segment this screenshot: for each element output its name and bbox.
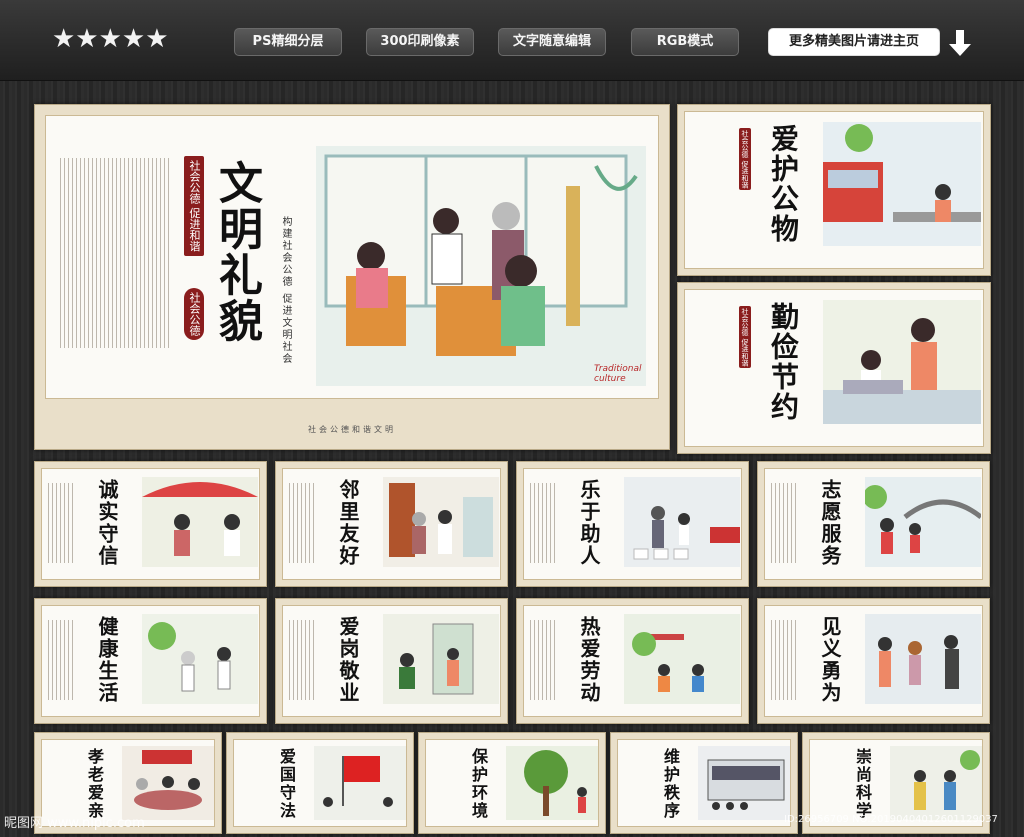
poster-title: 崇尚科学 — [853, 748, 872, 820]
main-subtitle: 构建社会公德 促进文明社会 — [280, 216, 291, 366]
doorway-illustration — [383, 477, 499, 567]
poster-title: 健康生活 — [95, 616, 119, 704]
poster-order: 维护秩序 — [610, 732, 798, 834]
poster-inner: 志愿服务 — [764, 468, 983, 580]
poster-healthy-life: 健康生活 — [34, 598, 267, 724]
watermark-id: ID:26956709 NO:20190404012601129037 — [784, 814, 998, 825]
main-footer: 社会公德和谐文明 — [308, 425, 396, 434]
body-text-block — [48, 620, 74, 700]
poster-labor: 热爱劳动 — [516, 598, 749, 724]
poster-title: 爱国守法 — [277, 748, 296, 820]
poster-honesty: 诚实守信 — [34, 461, 267, 587]
sink-illustration — [823, 300, 981, 424]
poster-inner: 邻里友好 — [282, 468, 501, 580]
poster-inner: 维护秩序 — [617, 739, 791, 827]
rating-stars: ★★★★★ — [52, 26, 169, 52]
body-text-block — [48, 483, 74, 563]
red-tag-social: 社会公德 — [184, 288, 204, 340]
poster-inner: 健康生活 — [41, 605, 260, 717]
traditional-culture-label: Traditional culture — [594, 364, 642, 384]
poster-inner: 诚实守信 — [41, 468, 260, 580]
poster-title: 保护环境 — [469, 748, 488, 820]
poster-tag: 社会公德 促进和谐 — [739, 128, 751, 191]
tree-planting-illustration — [506, 746, 598, 820]
delivery-illustration — [383, 614, 499, 704]
crosswalk-illustration — [624, 477, 740, 567]
main-poster-inner: 社会公德 促进和谐 社会公德 文明礼貌 构建社会公德 促进文明社会 Tradit… — [45, 115, 659, 399]
body-text-block — [530, 483, 556, 563]
poster-dedication: 爱岗敬业 — [275, 598, 508, 724]
poster-title: 邻里友好 — [336, 479, 360, 567]
body-text-block — [771, 483, 797, 563]
poster-volunteer: 志愿服务 — [757, 461, 990, 587]
taichi-illustration — [142, 614, 258, 704]
red-tag-slogan: 社会公德 促进和谐 — [184, 156, 204, 256]
gardening-illustration — [624, 614, 740, 704]
bus-queue-illustration — [698, 746, 790, 820]
body-text-block — [771, 620, 797, 700]
poster-title: 志愿服务 — [818, 479, 842, 567]
watermark-site: 昵图网 www.nipic.com — [4, 816, 145, 831]
poster-title: 见义勇为 — [818, 616, 842, 704]
poster-title: 孝老爱亲 — [85, 748, 104, 820]
body-text-block — [530, 620, 556, 700]
train-station-illustration — [823, 122, 981, 246]
bus-scene-illustration — [316, 146, 646, 386]
poster-inner: 乐于助人 — [523, 468, 742, 580]
poster-inner: 爱岗敬业 — [282, 605, 501, 717]
poster-bravery: 见义勇为 — [757, 598, 990, 724]
top-toolbar: ★★★★★ PS精细分层 300印刷像素 文字随意编辑 RGB模式 更多精美图片… — [0, 0, 1024, 81]
down-arrow-icon[interactable] — [948, 28, 972, 58]
badge-print-pixels: 300印刷像素 — [366, 28, 474, 56]
poster-neighbors: 邻里友好 — [275, 461, 508, 587]
poster-inner: 爱国守法 — [233, 739, 407, 827]
rescue-illustration — [865, 614, 981, 704]
students-illustration — [890, 746, 982, 820]
poster-title: 爱护公物 — [767, 124, 800, 244]
poster-helping: 乐于助人 — [516, 461, 749, 587]
poster-title: 维护秩序 — [661, 748, 680, 820]
poster-thrift: 社会公德 促进和谐 勤俭节约 — [677, 282, 991, 454]
poster-tag: 社会公德 促进和谐 — [739, 306, 751, 369]
park-cleanup-illustration — [865, 477, 981, 567]
poster-title: 热爱劳动 — [577, 616, 601, 704]
body-text-block — [289, 483, 315, 563]
poster-care-public-property: 社会公德 促进和谐 爱护公物 — [677, 104, 991, 276]
body-text-block — [60, 158, 170, 348]
badge-text-editable: 文字随意编辑 — [498, 28, 606, 56]
poster-inner: 热爱劳动 — [523, 605, 742, 717]
poster-environment: 保护环境 — [418, 732, 606, 834]
poster-title: 诚实守信 — [95, 479, 119, 567]
poster-title: 爱岗敬业 — [336, 616, 360, 704]
family-dinner-illustration — [122, 746, 214, 820]
poster-inner: 社会公德 促进和谐 爱护公物 — [684, 111, 984, 269]
badge-ps-layers: PS精细分层 — [234, 28, 342, 56]
poster-inner: 见义勇为 — [764, 605, 983, 717]
badge-rgb-mode: RGB模式 — [631, 28, 739, 56]
poster-patriotism: 爱国守法 — [226, 732, 414, 834]
poster-title: 乐于助人 — [577, 479, 601, 567]
poster-title: 勤俭节约 — [767, 302, 800, 422]
poster-inner: 保护环境 — [425, 739, 599, 827]
poster-inner: 社会公德 促进和谐 勤俭节约 — [684, 289, 984, 447]
body-text-block — [289, 620, 315, 700]
main-title: 文明礼貌 — [211, 160, 262, 344]
star-icon: ★★★★★ — [52, 24, 169, 54]
market-illustration — [142, 477, 258, 567]
more-images-button[interactable]: 更多精美图片请进主页 — [768, 28, 940, 56]
flag-square-illustration — [314, 746, 406, 820]
main-poster: 社会公德 促进和谐 社会公德 文明礼貌 构建社会公德 促进文明社会 Tradit… — [34, 104, 670, 450]
